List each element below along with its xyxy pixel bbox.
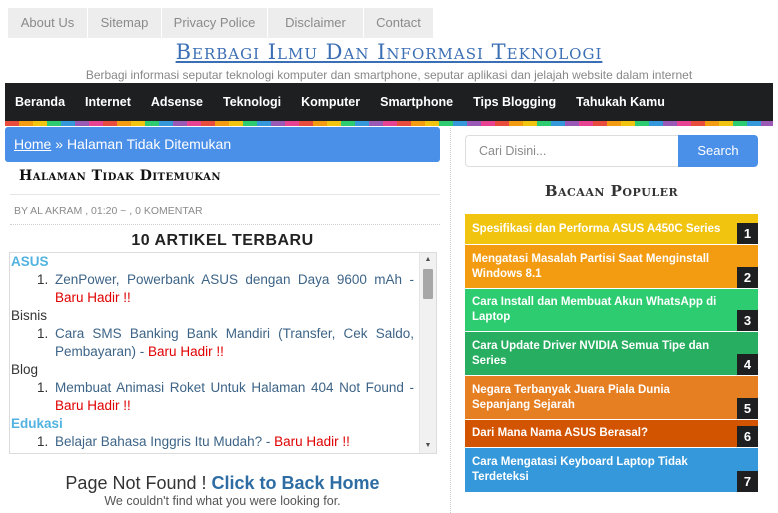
separator: - bbox=[136, 344, 149, 359]
rainbow-divider bbox=[5, 121, 773, 126]
popular-item-title[interactable]: Cara Mengatasi Keyboard Laptop Tidak Ter… bbox=[472, 455, 728, 485]
list-number: 1. bbox=[37, 272, 49, 287]
column-divider bbox=[450, 128, 451, 513]
new-badge: Baru Hadir !! bbox=[274, 434, 350, 449]
page: About Us Sitemap Privacy Police Disclaim… bbox=[0, 0, 778, 513]
main-nav-smartphone[interactable]: Smartphone bbox=[380, 95, 453, 109]
recent-articles-list[interactable]: ASUS 1. ZenPower, Powerbank ASUS dengan D… bbox=[10, 253, 420, 453]
scroll-up-arrow-icon[interactable]: ▲ bbox=[420, 253, 436, 267]
post-title: Halaman Tidak Ditemukan bbox=[19, 168, 222, 184]
breadcrumb-home-link[interactable]: Home bbox=[14, 136, 51, 152]
nav-contact[interactable]: Contact bbox=[364, 8, 434, 38]
separator: - bbox=[403, 380, 415, 395]
article-link[interactable]: Membuat Animasi Roket Untuk Halaman 404 … bbox=[55, 380, 404, 395]
main-nav-tahukah-kamu[interactable]: Tahukah Kamu bbox=[576, 95, 665, 109]
site-description: Berbagi informasi seputar teknologi komp… bbox=[85, 68, 693, 82]
category-bisnis[interactable]: Bisnis bbox=[10, 307, 420, 325]
search-button[interactable]: Search bbox=[678, 135, 758, 167]
list-number: 1. bbox=[37, 434, 49, 449]
new-badge: Baru Hadir !! bbox=[148, 344, 224, 359]
list-item: 1. Membuat Animasi Roket Untuk Halaman 40… bbox=[10, 379, 420, 415]
scroll-thumb[interactable] bbox=[423, 269, 433, 299]
post-meta: BY AL AKRAM , 01:20 ~ , 0 KOMENTAR bbox=[14, 205, 203, 217]
popular-item-title[interactable]: Mengatasi Masalah Partisi Saat Menginsta… bbox=[472, 252, 728, 282]
not-found-message: Page Not Found ! Click to Back Home bbox=[10, 473, 435, 494]
popular-item-title[interactable]: Negara Terbanyak Juara Piala Dunia Sepan… bbox=[472, 383, 728, 413]
nav-privacy-police[interactable]: Privacy Police bbox=[162, 8, 268, 38]
category-blog[interactable]: Blog bbox=[10, 361, 420, 379]
article-link[interactable]: ZenPower, Powerbank ASUS dengan Daya 960… bbox=[55, 272, 402, 287]
popular-item[interactable]: Spesifikasi dan Performa ASUS A450C Seri… bbox=[465, 214, 758, 244]
list-item: 1. ZenPower, Powerbank ASUS dengan Daya 9… bbox=[10, 271, 420, 307]
popular-item-title[interactable]: Dari Mana Nama ASUS Berasal? bbox=[472, 426, 648, 441]
list-number: 1. bbox=[37, 380, 49, 395]
nav-about-us[interactable]: About Us bbox=[8, 8, 88, 38]
breadcrumb-separator: » bbox=[51, 136, 67, 152]
meta-divider bbox=[10, 224, 440, 225]
recent-articles-heading: 10 ARTIKEL TERBARU bbox=[131, 232, 314, 249]
nav-disclaimer[interactable]: Disclaimer bbox=[268, 8, 364, 38]
popular-item[interactable]: Mengatasi Masalah Partisi Saat Menginsta… bbox=[465, 245, 758, 288]
popular-rank: 4 bbox=[737, 354, 758, 375]
scrollbar[interactable]: ▲ ▼ bbox=[419, 253, 436, 453]
article-link[interactable]: Cara SMS Banking Bank Mandiri (Transfer,… bbox=[55, 326, 414, 359]
list-item: 1. Cara SMS Banking Bank Mandiri (Transfe… bbox=[10, 325, 420, 361]
popular-heading: Bacaan Populer bbox=[544, 182, 679, 200]
breadcrumb: Home » Halaman Tidak Ditemukan bbox=[5, 127, 440, 162]
main-nav-internet[interactable]: Internet bbox=[85, 95, 131, 109]
popular-item-title[interactable]: Cara Install dan Membuat Akun WhatsApp d… bbox=[472, 295, 728, 325]
main-nav-komputer[interactable]: Komputer bbox=[301, 95, 360, 109]
list-item: 1. Belajar Bahasa Inggris Itu Mudah? - Ba… bbox=[10, 433, 420, 451]
list-number: 1. bbox=[37, 326, 49, 341]
main-nav-tips-blogging[interactable]: Tips Blogging bbox=[473, 95, 556, 109]
popular-rank: 3 bbox=[737, 310, 758, 331]
separator: - bbox=[262, 434, 275, 449]
popular-item-title[interactable]: Spesifikasi dan Performa ASUS A450C Seri… bbox=[472, 222, 720, 237]
popular-rank: 2 bbox=[737, 267, 758, 288]
main-nav-teknologi[interactable]: Teknologi bbox=[223, 95, 281, 109]
popular-item[interactable]: Dari Mana Nama ASUS Berasal? 6 bbox=[465, 420, 758, 447]
popular-item-title[interactable]: Cara Update Driver NVIDIA Semua Tipe dan… bbox=[472, 339, 728, 369]
main-nav-adsense[interactable]: Adsense bbox=[151, 95, 203, 109]
main-nav-beranda[interactable]: Beranda bbox=[15, 95, 65, 109]
back-home-link[interactable]: Click to Back Home bbox=[212, 473, 380, 493]
new-badge: Baru Hadir !! bbox=[55, 290, 131, 305]
popular-rank: 6 bbox=[737, 426, 758, 447]
top-pages-nav: About Us Sitemap Privacy Police Disclaim… bbox=[8, 8, 434, 38]
not-found-text: Page Not Found ! bbox=[65, 473, 212, 493]
title-divider bbox=[10, 194, 440, 195]
recent-articles-box: ASUS 1. ZenPower, Powerbank ASUS dengan D… bbox=[9, 252, 437, 454]
breadcrumb-current: Halaman Tidak Ditemukan bbox=[66, 136, 232, 152]
article-link[interactable]: Belajar Bahasa Inggris Itu Mudah? bbox=[55, 434, 262, 449]
popular-item[interactable]: Negara Terbanyak Juara Piala Dunia Sepan… bbox=[465, 376, 758, 419]
site-title[interactable]: Berbagi Ilmu Dan Informasi Teknologi bbox=[0, 40, 778, 64]
not-found-subtext: We couldn't find what you were looking f… bbox=[104, 494, 341, 508]
popular-item[interactable]: Cara Mengatasi Keyboard Laptop Tidak Ter… bbox=[465, 448, 758, 492]
popular-item[interactable]: Cara Install dan Membuat Akun WhatsApp d… bbox=[465, 289, 758, 331]
scroll-down-arrow-icon[interactable]: ▼ bbox=[420, 439, 436, 453]
popular-item[interactable]: Cara Update Driver NVIDIA Semua Tipe dan… bbox=[465, 332, 758, 375]
new-badge: Baru Hadir !! bbox=[55, 398, 131, 413]
popular-rank: 7 bbox=[737, 471, 758, 492]
popular-rank: 5 bbox=[737, 398, 758, 419]
category-edukasi[interactable]: Edukasi bbox=[10, 415, 420, 433]
search-input[interactable] bbox=[465, 135, 679, 167]
nav-sitemap[interactable]: Sitemap bbox=[88, 8, 162, 38]
category-asus[interactable]: ASUS bbox=[10, 253, 420, 271]
separator: - bbox=[402, 272, 414, 287]
popular-rank: 1 bbox=[737, 223, 758, 244]
main-nav: Beranda Internet Adsense Teknologi Kompu… bbox=[5, 83, 773, 121]
